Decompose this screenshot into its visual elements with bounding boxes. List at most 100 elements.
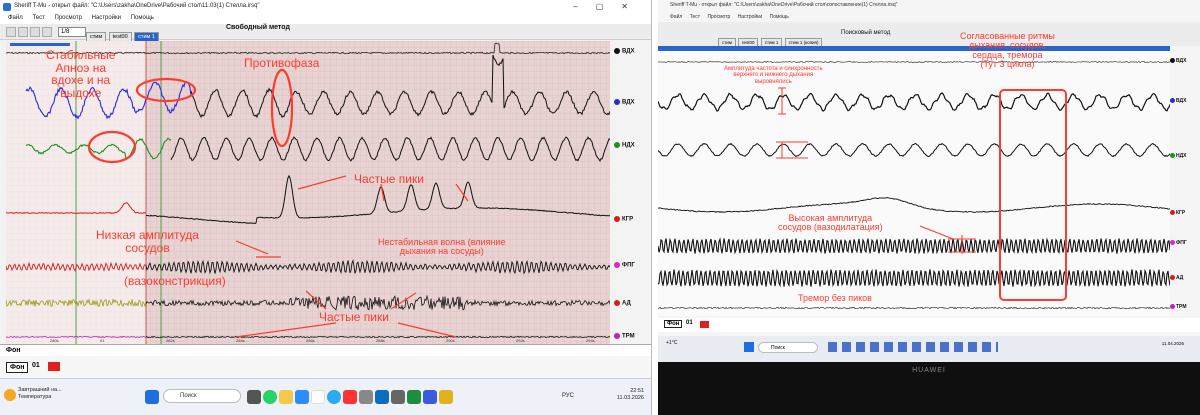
language-indicator[interactable]: РУС bbox=[562, 393, 574, 399]
annotation-stable-apnea: Стабильные Апноэ на вдохе и на выдохе bbox=[46, 49, 115, 99]
menu-settings[interactable]: Настройки bbox=[92, 15, 121, 21]
flag-icon[interactable] bbox=[48, 362, 60, 371]
channel-label-text: НДХ bbox=[622, 142, 635, 149]
r-temperature[interactable]: +1°C bbox=[666, 340, 677, 346]
r-channel-kgr[interactable]: КГР bbox=[1170, 210, 1185, 216]
zoom-select[interactable]: 1/8 bbox=[58, 27, 86, 37]
menu-view[interactable]: Просмотр bbox=[55, 15, 82, 21]
r-channel-fpg[interactable]: ФПГ bbox=[1170, 240, 1187, 246]
r-channel-text: АД bbox=[1176, 275, 1184, 281]
menu-bar: Файл Тест Просмотр Настройки Помощь bbox=[0, 14, 651, 24]
app-icon-3[interactable] bbox=[423, 390, 437, 404]
channel-label-vdh[interactable]: ВДХ bbox=[614, 99, 635, 106]
r-trace-vdh bbox=[658, 92, 1171, 112]
window-controls[interactable]: –▢✕ bbox=[573, 2, 646, 11]
right-photo: Sheriff T-Mu - открыт файл: "C:\Users\za… bbox=[658, 0, 1200, 415]
app-icon-2[interactable] bbox=[391, 390, 405, 404]
laptop-screen: Sheriff T-Mu - открыт файл: "C:\Users\za… bbox=[658, 0, 1200, 362]
pen-icon[interactable] bbox=[18, 27, 28, 37]
channel-label-text: ФПГ bbox=[622, 262, 635, 269]
r-phase-number[interactable]: 01 bbox=[686, 320, 693, 326]
telegram-icon[interactable] bbox=[327, 390, 341, 404]
folder-icon[interactable] bbox=[279, 390, 293, 404]
channel-label-trm[interactable]: ТРМ bbox=[614, 333, 635, 340]
channel-label-ad[interactable]: АД bbox=[614, 300, 631, 307]
channel-label-fpg[interactable]: ФПГ bbox=[614, 262, 635, 269]
channel-label-vdh-top[interactable]: ВДХ bbox=[614, 48, 635, 55]
r-annotation-high-amplitude: Высокая амплитуда сосудов (вазодилатация… bbox=[778, 213, 883, 233]
excel-icon[interactable] bbox=[407, 390, 421, 404]
phase-number[interactable]: 01 bbox=[32, 362, 40, 369]
r-phase-box[interactable]: Фон bbox=[664, 320, 683, 328]
menu-file[interactable]: Файл bbox=[8, 15, 23, 21]
clock-date: 11.03.2026 bbox=[616, 394, 644, 401]
svg-text:288s: 288s bbox=[376, 338, 385, 343]
r-menu-bar: Файл Тест Просмотр Настройки Помощь bbox=[670, 14, 795, 20]
r-clock-date: 11.04.2026 bbox=[1161, 341, 1184, 346]
r-menu-test[interactable]: Тест bbox=[690, 14, 700, 20]
cursor-icon[interactable] bbox=[30, 27, 40, 37]
taskbar: Завтрашний на... Температура Поиск РУС 2… bbox=[0, 378, 651, 415]
whatsapp-icon[interactable] bbox=[263, 390, 277, 404]
camera-icon[interactable] bbox=[359, 390, 373, 404]
r-channel-ndh[interactable]: НДХ bbox=[1170, 153, 1187, 159]
open-icon[interactable] bbox=[6, 27, 16, 37]
outlook-icon[interactable] bbox=[375, 390, 389, 404]
annotation-vasoconstriction: (вазоконстрикция) bbox=[124, 274, 226, 288]
yandex-icon[interactable] bbox=[343, 390, 357, 404]
r-channel-trm[interactable]: ТРМ bbox=[1170, 304, 1187, 310]
svg-text:282s: 282s bbox=[166, 338, 175, 343]
r-polygraph-traces bbox=[658, 46, 1171, 310]
svg-text:294s: 294s bbox=[586, 338, 595, 343]
r-trace-ndh bbox=[658, 142, 1171, 158]
r-start-icon[interactable] bbox=[744, 342, 754, 352]
r-taskbar-app-icons[interactable] bbox=[828, 342, 998, 352]
channel-labels: ВДХ ВДХ НДХ КГР ФПГ АД ТРМ bbox=[612, 41, 651, 344]
channel-label-text: ВДХ bbox=[622, 99, 635, 106]
sheriff-app-icon[interactable] bbox=[439, 390, 453, 404]
r-clock[interactable]: 11.04.2026 bbox=[1162, 341, 1184, 347]
r-taskbar-search[interactable]: Поиск bbox=[758, 342, 818, 353]
annotation-low-amplitude: Низкая амплитуда сосудов bbox=[96, 228, 199, 255]
taskbar-search[interactable]: Поиск bbox=[163, 389, 241, 403]
polygraph-chart[interactable]: 280s 01 282s 284s 286s 288s 290s 292s 294s Ста… bbox=[5, 41, 611, 344]
r-window-title: Sheriff T-Mu - открыт файл: "C:\Users\za… bbox=[670, 2, 898, 8]
taskbar-search-label: Поиск bbox=[180, 393, 197, 399]
start-icon[interactable] bbox=[145, 390, 159, 404]
channel-label-ndh[interactable]: НДХ bbox=[614, 142, 635, 149]
chrome-icon[interactable] bbox=[311, 390, 325, 404]
channel-label-kgr[interactable]: КГР bbox=[614, 216, 633, 223]
window-title-bar: Sheriff T-Mu - открыт файл: "C:\Users\za… bbox=[0, 0, 651, 14]
r-channel-vdh[interactable]: ВДХ bbox=[1170, 98, 1186, 104]
r-menu-view[interactable]: Просмотр bbox=[707, 14, 730, 20]
r-polygraph-chart[interactable]: Амплитуда частота и синхронность верхнег… bbox=[658, 31, 1171, 316]
r-menu-help[interactable]: Помощь bbox=[770, 14, 789, 20]
svg-text:292s: 292s bbox=[516, 338, 525, 343]
phase-box[interactable]: Фон bbox=[6, 362, 29, 373]
r-flag-icon[interactable] bbox=[700, 321, 709, 328]
svg-text:290s: 290s bbox=[446, 338, 455, 343]
task-view-icon[interactable] bbox=[247, 390, 261, 404]
r-phase-bar: Фон 01 bbox=[658, 318, 1200, 332]
clock[interactable]: 22:51 11.03.2026 bbox=[617, 388, 644, 402]
r-menu-file[interactable]: Файл bbox=[670, 14, 682, 20]
app-icon bbox=[3, 3, 11, 11]
weather-widget[interactable]: Завтрашний на... Температура bbox=[18, 387, 62, 400]
menu-help[interactable]: Помощь bbox=[131, 15, 154, 21]
print-icon[interactable] bbox=[42, 27, 52, 37]
r-channel-vdh-top[interactable]: ВДХ bbox=[1170, 58, 1186, 64]
zoom-icon[interactable] bbox=[295, 390, 309, 404]
window-title: Sheriff T-Mu - открыт файл: "C:\Users\za… bbox=[14, 3, 260, 9]
channel-label-text: АД bbox=[622, 300, 631, 307]
r-channel-ad[interactable]: АД bbox=[1170, 275, 1183, 281]
weather-icon[interactable] bbox=[4, 389, 16, 401]
method-title: Свободный метод bbox=[226, 24, 290, 31]
weather-title: Завтрашний на... bbox=[18, 387, 62, 393]
r-channel-text: ВДХ bbox=[1176, 58, 1187, 64]
r-channel-text: ВДХ bbox=[1176, 98, 1187, 104]
menu-test[interactable]: Тест bbox=[32, 15, 44, 21]
r-trace-trm bbox=[658, 306, 1171, 310]
weather-subtitle: Температура bbox=[18, 393, 52, 400]
annotation-stable-apnea-text: Стабильные Апноэ на вдохе и на выдохе bbox=[46, 48, 116, 100]
r-menu-settings[interactable]: Настройки bbox=[738, 14, 763, 20]
